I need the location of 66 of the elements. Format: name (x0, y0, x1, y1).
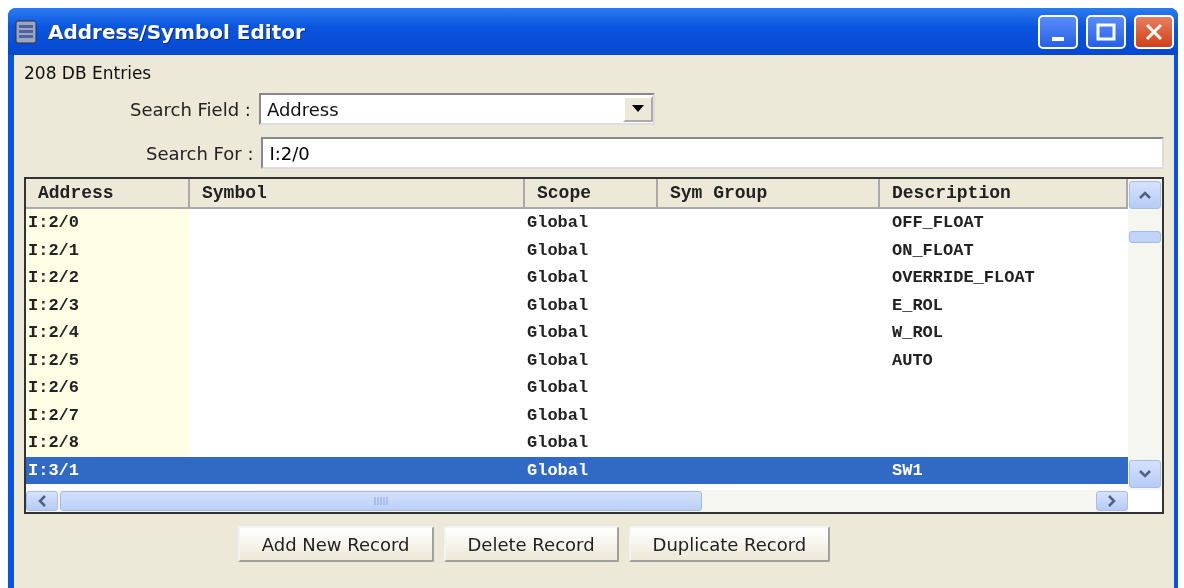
minimize-button[interactable] (1038, 14, 1078, 49)
column-header[interactable]: Scope (525, 179, 658, 209)
scroll-up-button[interactable] (1129, 181, 1161, 209)
table-cell-text: Global (526, 294, 590, 317)
record-button[interactable]: Add New Record (237, 526, 434, 562)
table-row[interactable]: I:2/0 Global OFF_FLOAT (26, 209, 1128, 237)
table-row[interactable]: I:2/8 Global (26, 429, 1128, 457)
scroll-thumb[interactable] (60, 491, 702, 511)
column-header[interactable]: Description (880, 179, 1128, 209)
horizontal-scrollbar[interactable] (26, 490, 1128, 512)
table-cell-text: Global (526, 239, 590, 262)
table-cell: I:2/4 (26, 319, 190, 347)
table-cell-text: Global (526, 322, 590, 345)
table-cell-text: Global (526, 404, 590, 427)
window-title: Address/Symbol Editor (48, 19, 306, 44)
scroll-thumb[interactable] (1129, 231, 1161, 243)
table-row[interactable]: I:2/6 Global (26, 374, 1128, 402)
search-field-dropdown[interactable]: Address (258, 93, 655, 125)
column-header[interactable]: Sym Group (658, 179, 880, 209)
table-cell: I:2/3 (26, 291, 190, 319)
column-header[interactable]: Address (26, 179, 190, 209)
scroll-down-button[interactable] (1129, 460, 1161, 488)
table-cell-text: Global (526, 212, 590, 235)
search-input[interactable]: I:2/0 (261, 137, 1164, 169)
table-cell-text: Global (526, 349, 590, 372)
app-icon (14, 18, 40, 45)
table-row[interactable]: I:2/7 Global (26, 401, 1128, 429)
entry-count: 208 DB Entries (24, 63, 152, 83)
table-row[interactable]: I:2/3 Global E_ROL (26, 291, 1128, 319)
table-cell: I:2/5 (26, 346, 190, 374)
table-cell-text: Global (526, 267, 590, 290)
record-button[interactable]: Duplicate Record (628, 526, 831, 562)
table-cell-text: SW1 (891, 459, 924, 482)
table-row[interactable]: I:2/4 Global W_ROL (26, 319, 1128, 347)
scroll-right-button[interactable] (1096, 491, 1128, 511)
table-cell-text: I:3/1 (27, 459, 80, 482)
table-cell: I:2/6 (26, 374, 190, 402)
record-button[interactable]: Delete Record (443, 526, 619, 562)
selected-row[interactable]: I:3/1 Global SW1 (26, 456, 1128, 484)
scroll-left-button[interactable] (26, 491, 58, 511)
close-button[interactable] (1134, 14, 1174, 49)
table-cell-text: ON_FLOAT (891, 239, 975, 262)
table-cell: I:2/7 (26, 401, 190, 429)
table-row[interactable]: I:2/5 Global AUTO (26, 346, 1128, 374)
table-cell-text: Global (526, 459, 590, 482)
maximize-button[interactable] (1086, 14, 1126, 49)
table-cell: I:2/0 (26, 209, 190, 237)
table-row[interactable]: I:2/1 Global ON_FLOAT (26, 236, 1128, 264)
table-cell-text: AUTO (891, 349, 934, 372)
table-cell-text: Global (526, 377, 590, 400)
table-cell-text: Global (526, 432, 590, 455)
vertical-scrollbar[interactable] (1128, 179, 1162, 490)
minimize-icon (1052, 36, 1064, 41)
table-cell-text: OFF_FLOAT (891, 212, 985, 235)
close-icon (1144, 21, 1164, 42)
table-cell-text: E_ROL (891, 294, 944, 317)
table-cell: I:2/1 (26, 236, 190, 264)
column-header[interactable]: Symbol (190, 179, 525, 209)
table-cell: I:2/2 (26, 264, 190, 292)
maximize-icon (1096, 22, 1116, 41)
field-label: Search For : (146, 142, 254, 164)
field-label: Search Field : (130, 98, 251, 120)
table-cell-text: W_ROL (891, 322, 944, 345)
table-cell-text: OVERRIDE_FLOAT (891, 267, 1036, 290)
table-row[interactable]: I:2/2 Global OVERRIDE_FLOAT (26, 264, 1128, 292)
table-cell: I:2/8 (26, 429, 190, 457)
